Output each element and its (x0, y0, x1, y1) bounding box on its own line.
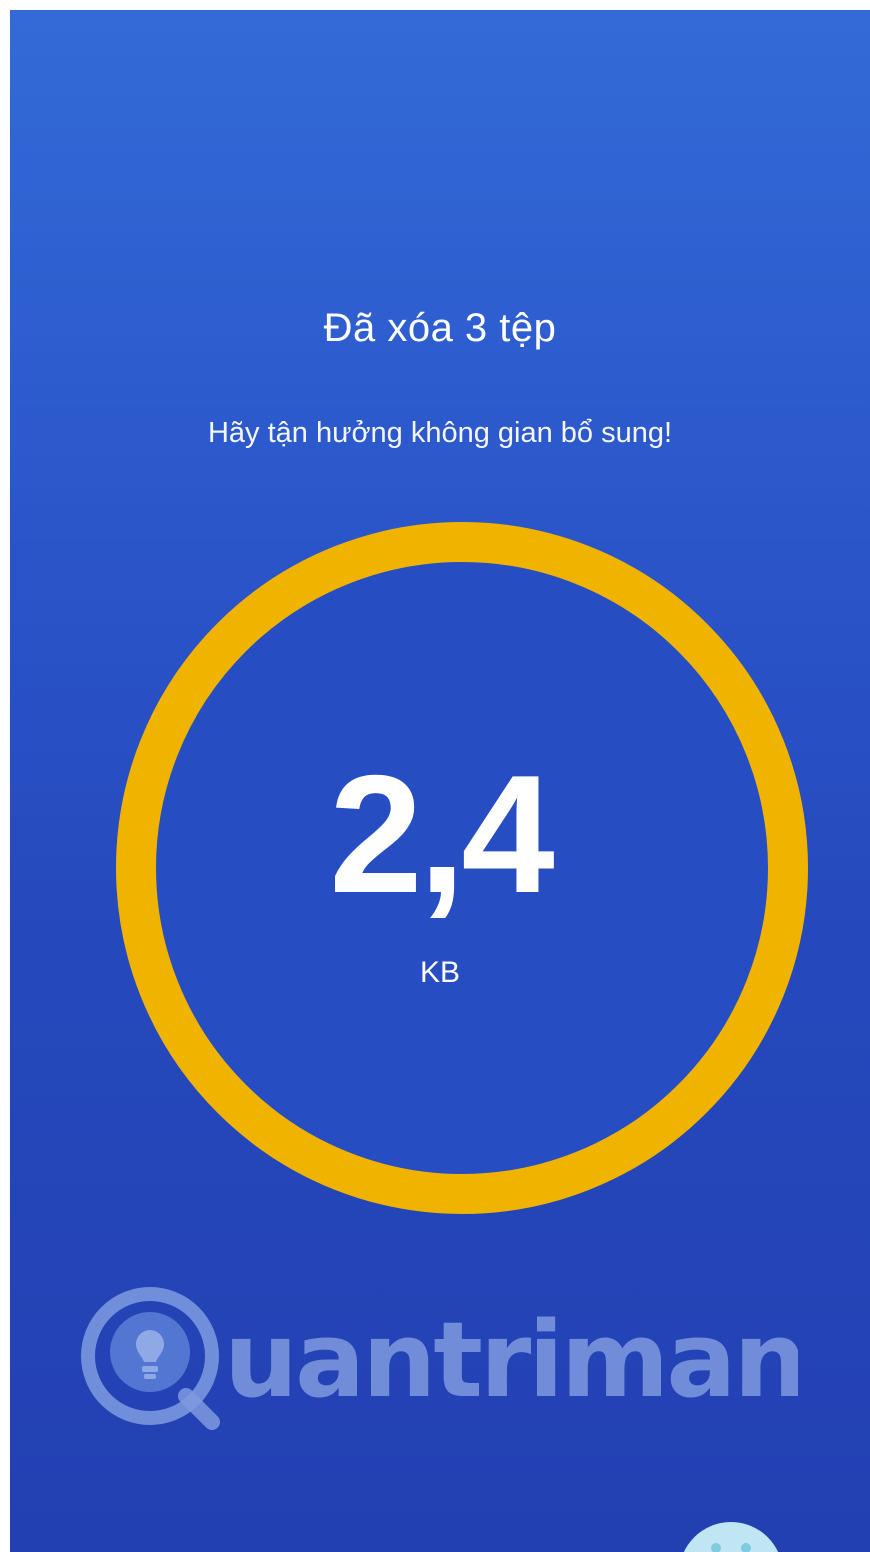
result-title: Đã xóa 3 tệp (323, 306, 557, 350)
mascot-icon (683, 1522, 779, 1552)
freed-size-unit: KB (419, 956, 461, 989)
result-subtitle: Hãy tận hưởng không gian bổ sung! (207, 417, 673, 449)
freed-size-value: 2,4 (329, 740, 555, 928)
cleanup-result-screen: Đã xóa 3 tệp Hãy tận hưởng không gian bổ… (10, 10, 870, 1552)
watermark-text: uantrimang (224, 1299, 798, 1421)
watermark-logo: uantrimang (81, 1287, 798, 1430)
lightbulb-q-icon (81, 1287, 220, 1430)
